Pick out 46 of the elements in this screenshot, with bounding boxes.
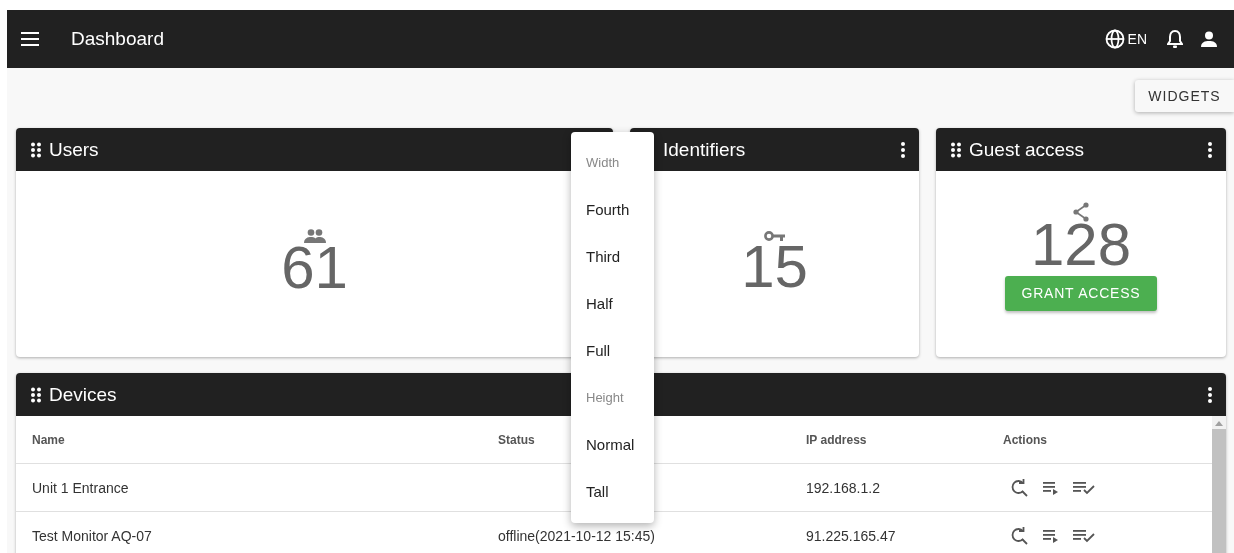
more-icon[interactable] — [1208, 386, 1212, 403]
count-value: 128 — [1030, 213, 1132, 276]
card-title: Users — [49, 138, 99, 161]
language-button[interactable]: EN — [1104, 29, 1147, 49]
playlist-play-icon[interactable] — [1043, 480, 1059, 495]
playlist-check-icon[interactable] — [1073, 528, 1095, 543]
menu-item[interactable]: Third — [571, 233, 654, 280]
card-title: Guest access — [969, 138, 1085, 161]
drag-handle-icon[interactable] — [31, 141, 41, 158]
table-cell-text: Test Monitor AQ-07 — [31, 527, 153, 544]
menu-item[interactable]: Half — [571, 280, 654, 327]
playlist-check-icon[interactable] — [1073, 480, 1095, 495]
bell-icon[interactable] — [1167, 30, 1183, 48]
table-cell-text: Unit 1 Entrance — [31, 479, 130, 496]
drag-handle-icon[interactable] — [31, 386, 41, 403]
card-title: Identifiers — [663, 138, 746, 161]
column-header: Status — [498, 432, 535, 447]
table-cell: offline(2021-10-12 15:45) — [498, 527, 655, 544]
menu-subheader: Width — [585, 154, 621, 172]
column-header: Actions — [1003, 432, 1047, 447]
user-icon[interactable] — [1201, 31, 1217, 47]
menu-item[interactable]: Fourth — [571, 186, 654, 233]
more-icon[interactable] — [1208, 141, 1212, 158]
menu-icon[interactable] — [21, 32, 39, 46]
menu-item[interactable]: Tall — [571, 468, 654, 515]
menu-subheader: Height — [585, 389, 625, 407]
drag-handle-icon[interactable] — [951, 141, 961, 158]
menu-item[interactable]: Full — [571, 327, 654, 374]
card-title: Devices — [49, 383, 117, 406]
column-header: IP address — [806, 432, 867, 447]
column-header: Name — [32, 432, 65, 447]
widgets-button[interactable]: WIDGETS — [1135, 80, 1234, 112]
key-icon — [763, 230, 786, 242]
scrollbar[interactable] — [1212, 416, 1226, 553]
refresh-search-icon[interactable] — [1009, 525, 1029, 546]
table-cell-text: 91.225.165.47 — [805, 527, 897, 544]
count-value: 61 — [281, 237, 348, 299]
menu-item[interactable]: Normal — [571, 421, 654, 468]
refresh-search-icon[interactable] — [1009, 477, 1029, 498]
more-icon[interactable] — [901, 141, 905, 158]
people-icon — [303, 229, 326, 243]
share-icon — [1073, 201, 1089, 222]
page-title: Dashboard — [71, 28, 164, 50]
count-value: 15 — [741, 236, 808, 298]
playlist-play-icon[interactable] — [1043, 528, 1059, 543]
table-cell-text: 192.168.1.2 — [805, 479, 881, 496]
